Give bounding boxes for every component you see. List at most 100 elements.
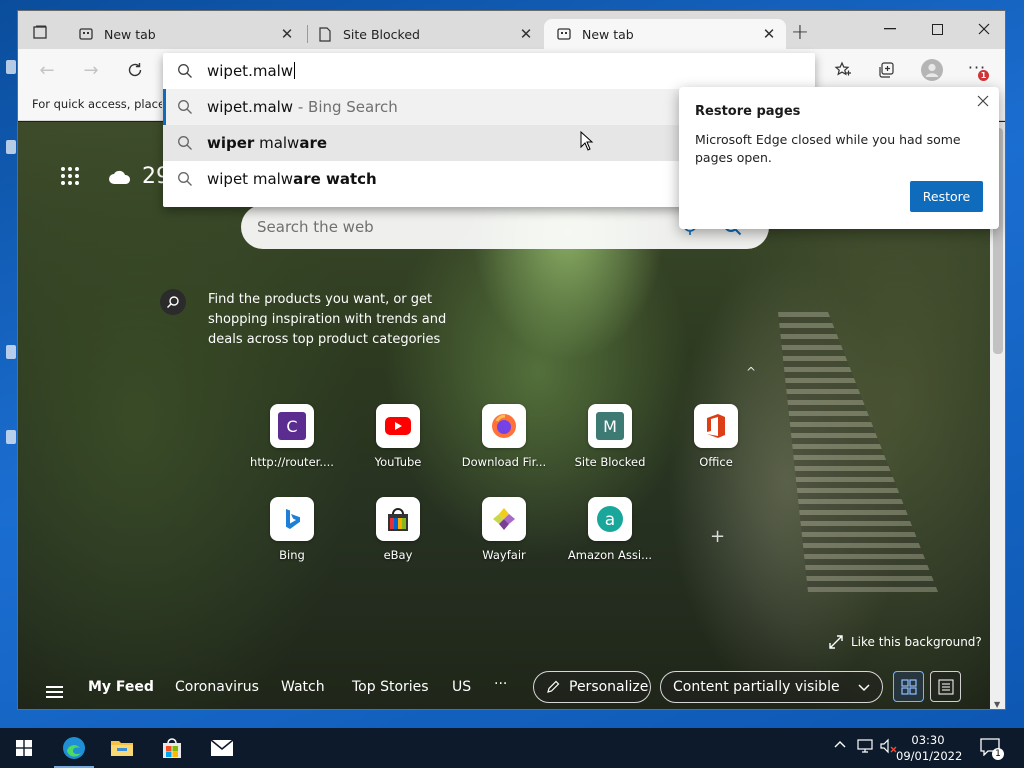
tab-title: New tab [582,26,634,42]
refresh-icon[interactable] [121,57,149,83]
amazon-assistant-icon: a [588,497,632,541]
router-c-icon: C [270,404,314,448]
grid-layout-icon [900,678,917,695]
tab-title: New tab [104,26,156,42]
site-blocked-m-icon: M [588,404,632,448]
windows-taskbar: 03:30 09/01/2022 1 [0,728,1024,768]
ebay-bag-icon [376,497,420,541]
restore-pages-flyout: Restore pages Microsoft Edge closed whil… [679,87,999,229]
start-windows-icon[interactable] [0,728,48,768]
quick-link-site-blocked[interactable]: M Site Blocked [564,404,656,469]
quick-link-label: Download Fir... [461,455,547,469]
background-stairs [778,312,938,592]
restore-pages-message: Microsoft Edge closed while you had some… [695,132,961,165]
address-bar-text: wipet.malw [207,62,294,80]
mouse-cursor-icon [580,131,594,151]
collections-icon[interactable] [872,56,902,84]
suggestion-text: wipet.malw [207,98,294,116]
tab-new-tab-active[interactable]: New tab ✕ [544,19,786,49]
shopping-promo-text[interactable]: Find the products you want, or get shopp… [208,290,458,350]
quick-link-wayfair[interactable]: Wayfair [458,497,550,562]
system-clock[interactable]: 03:30 09/01/2022 [896,732,962,764]
close-icon[interactable] [975,93,991,109]
suggestion-text: wipet malw [207,170,294,188]
edge-taskbar-icon[interactable] [50,728,98,768]
close-tab-icon[interactable]: ✕ [762,27,776,42]
back-arrow-icon[interactable]: ← [33,57,61,83]
desktop-icon[interactable] [6,345,16,359]
search-placeholder: Search the web [257,218,374,236]
restore-button[interactable]: Restore [910,181,983,212]
microsoft-store-icon[interactable] [148,728,196,768]
hamburger-menu-icon[interactable] [46,686,63,698]
quick-link-office[interactable]: Office [670,404,762,469]
suggestion-suffix: - Bing Search [293,98,398,116]
new-tab-plus-icon[interactable]: + [789,22,811,45]
bing-icon [270,497,314,541]
new-tab-icon [556,26,572,42]
office-icon [694,404,738,448]
content-visibility-select[interactable]: Content partially visible [660,671,883,703]
favorites-bar-hint: For quick access, place your favorites h… [32,97,162,111]
minimize-icon[interactable] [867,15,913,43]
quick-link-amazon-assistant[interactable]: a Amazon Assi... [564,497,656,562]
search-icon [178,100,192,114]
list-layout-icon [938,679,953,694]
feed-tab-coronavirus[interactable]: Coronavirus [175,679,259,695]
desktop-icon[interactable] [6,60,16,74]
feed-tab-my-feed[interactable]: My Feed [88,679,154,695]
cloud-icon [109,170,131,184]
list-layout-button[interactable] [930,671,961,702]
file-explorer-icon[interactable] [98,728,146,768]
desktop-icon[interactable] [6,140,16,154]
quick-link-ebay[interactable]: eBay [352,497,444,562]
svg-text:C: C [286,417,297,436]
add-quick-link-icon[interactable]: + [710,526,725,547]
quick-link-firefox[interactable]: Download Fir... [458,404,550,469]
weather-widget[interactable]: 29 [108,164,170,189]
svg-text:a: a [605,510,615,530]
feed-tab-us[interactable]: US [452,679,471,695]
close-tab-icon[interactable]: ✕ [519,27,533,42]
more-feed-tabs-icon[interactable]: ··· [494,676,507,692]
action-center-badge: 1 [992,748,1004,760]
quick-link-label: Bing [279,548,305,562]
app-launcher-icon[interactable] [61,167,79,185]
quick-link-router[interactable]: C http://router.... [246,404,338,469]
forward-arrow-icon[interactable]: → [77,57,105,83]
grid-layout-button[interactable] [893,671,924,702]
show-hidden-icons-chevron-icon[interactable] [834,738,846,752]
expand-icon [829,635,843,649]
personalize-button[interactable]: Personalize [533,671,651,703]
maximize-icon[interactable] [914,15,960,43]
tab-actions-menu-icon[interactable] [28,21,52,43]
quick-link-youtube[interactable]: YouTube [352,404,444,469]
quick-link-bing[interactable]: Bing [246,497,338,562]
feed-tab-top-stories[interactable]: Top Stories [352,679,429,695]
feed-tab-watch[interactable]: Watch [281,679,325,695]
svg-text:M: M [603,417,617,436]
close-window-icon[interactable] [961,15,1005,43]
address-bar-input[interactable]: wipet.malw [163,53,815,89]
suggestion-text-bold: wiper [207,134,255,152]
quick-link-label: Amazon Assi... [567,548,653,562]
search-icon [178,172,192,186]
profile-avatar[interactable] [917,56,947,84]
chevron-up-icon[interactable]: ^ [746,365,756,379]
favorites-star-icon[interactable] [828,56,858,84]
restore-pages-title: Restore pages [695,104,801,119]
close-tab-icon[interactable]: ✕ [280,27,294,42]
suggestion-text: malw [254,134,300,152]
content-visibility-value: Content partially visible [673,679,840,695]
tab-new-tab-1[interactable]: New tab ✕ [66,19,304,49]
mail-icon[interactable] [198,728,246,768]
like-background-link[interactable]: Like this background? [829,635,982,649]
scroll-down-arrow-icon[interactable]: ▼ [994,700,1000,709]
tab-site-blocked[interactable]: Site Blocked ✕ [305,19,543,49]
desktop-icon[interactable] [6,430,16,444]
quick-link-label: Site Blocked [574,455,646,469]
shopping-search-icon[interactable] [160,289,186,315]
edge-browser-window: New tab ✕ Site Blocked ✕ New tab ✕ + ← → [17,10,1006,710]
network-icon[interactable] [857,738,875,757]
settings-more-icon[interactable]: ··· 1 [962,56,992,84]
